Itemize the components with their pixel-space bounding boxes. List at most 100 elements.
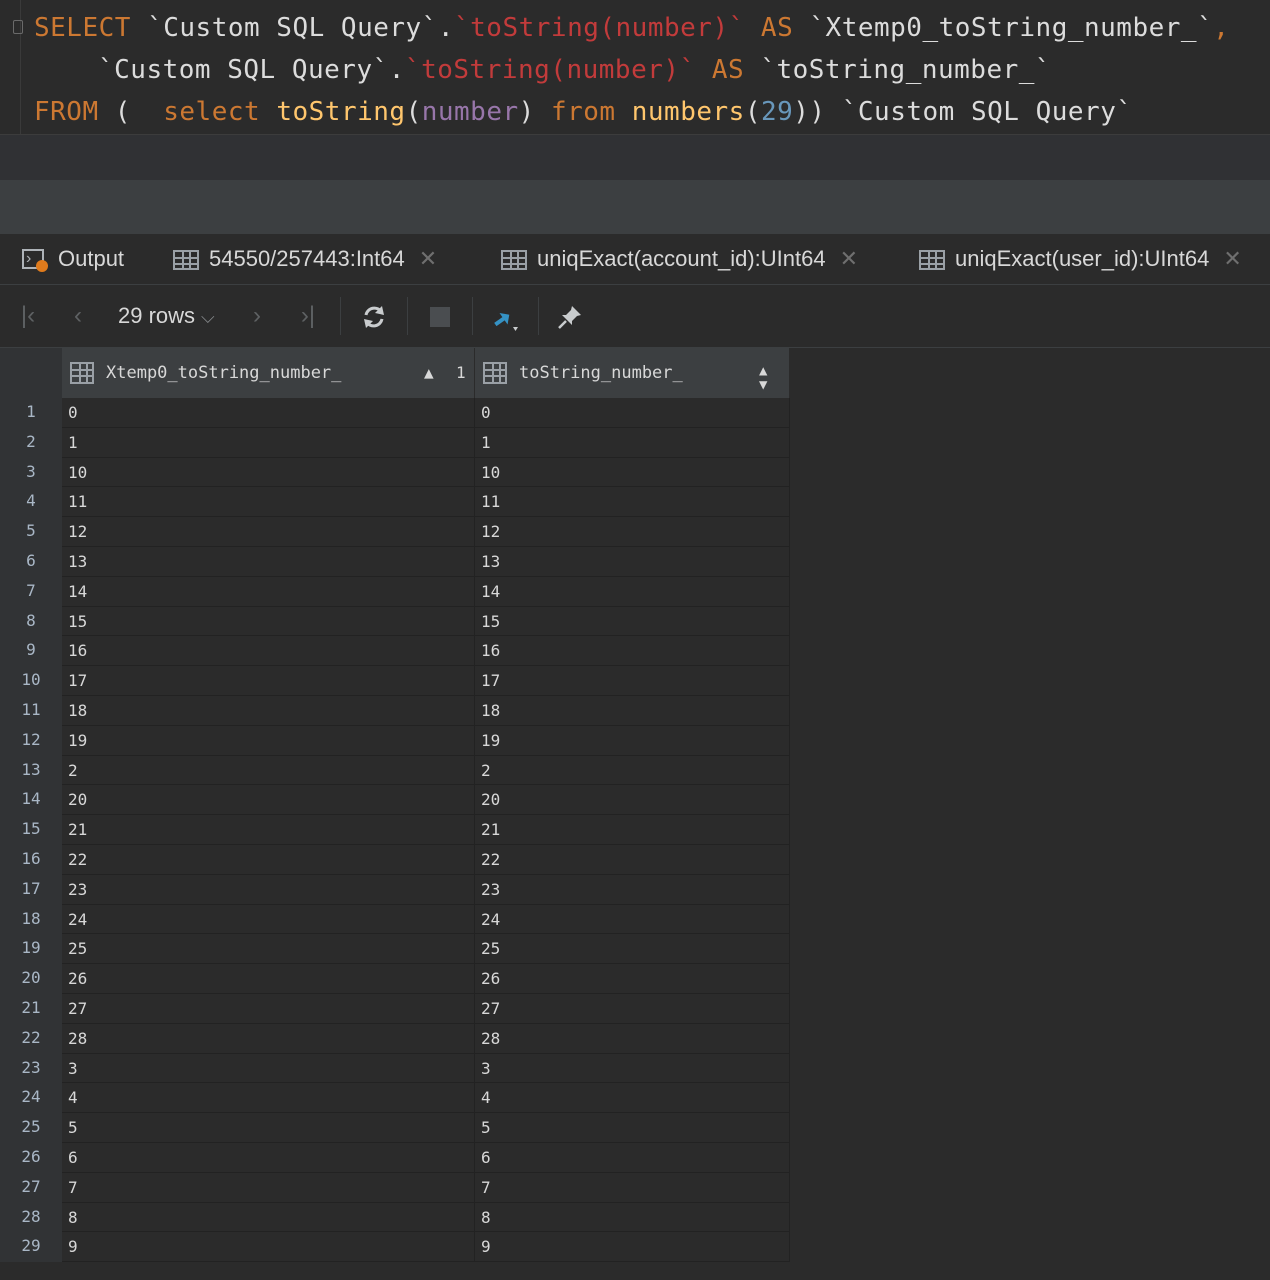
column-header-xtemp0[interactable]: Xtemp0_toString_number_ ▲ 1	[62, 348, 475, 398]
table-cell[interactable]: 5	[62, 1113, 475, 1143]
table-row[interactable]: 77	[62, 1172, 790, 1203]
row-number[interactable]: 29	[0, 1232, 62, 1263]
panel-splitter[interactable]	[0, 180, 1270, 234]
table-row[interactable]: 14 14	[62, 576, 790, 607]
sort-toggle-icon[interactable]: ▲ ▼	[759, 364, 767, 392]
table-row[interactable]: 88	[62, 1202, 790, 1233]
table-row[interactable]: 10 10	[62, 457, 790, 488]
table-row[interactable]: 24 24	[62, 904, 790, 935]
close-icon[interactable]: ✕	[1223, 246, 1241, 271]
table-cell[interactable]: 7	[62, 1172, 475, 1202]
table-cell[interactable]: 14	[62, 576, 475, 606]
table-cell[interactable]: 0	[62, 398, 475, 427]
table-cell[interactable]: 18	[62, 695, 475, 725]
table-cell[interactable]: 16	[475, 636, 790, 666]
table-row[interactable]: 13 13	[62, 546, 790, 577]
row-number[interactable]: 2	[0, 427, 62, 458]
table-cell[interactable]: 12	[62, 517, 475, 547]
table-cell[interactable]: 10	[475, 457, 790, 487]
sql-editor[interactable]: SELECT `Custom SQL Query`.`toString(numb…	[0, 0, 1270, 134]
row-number[interactable]: 28	[0, 1202, 62, 1233]
table-cell[interactable]: 12	[475, 517, 790, 547]
table-row[interactable]: 25 25	[62, 934, 790, 965]
table-row[interactable]: 20 20	[62, 785, 790, 816]
table-row[interactable]: 44	[62, 1083, 790, 1114]
row-number[interactable]: 17	[0, 874, 62, 905]
sort-ascending-icon[interactable]: ▲	[424, 348, 434, 398]
table-cell[interactable]: 4	[62, 1083, 475, 1113]
tab-result-1[interactable]: 54550/257443:Int64 ✕	[173, 234, 437, 284]
table-cell[interactable]: 0	[475, 398, 790, 427]
table-cell[interactable]: 1	[475, 427, 790, 457]
table-cell[interactable]: 11	[62, 487, 475, 517]
table-cell[interactable]: 6	[475, 1142, 790, 1172]
table-cell[interactable]: 26	[475, 964, 790, 994]
table-cell[interactable]: 8	[475, 1202, 790, 1232]
row-number[interactable]: 16	[0, 844, 62, 875]
table-row[interactable]: 12 12	[62, 517, 790, 547]
row-number[interactable]: 7	[0, 576, 62, 607]
table-cell[interactable]: 21	[475, 815, 790, 845]
table-row[interactable]: 66	[62, 1142, 790, 1173]
table-row[interactable]: 26 26	[62, 964, 790, 994]
table-cell[interactable]: 20	[62, 785, 475, 815]
table-cell[interactable]: 3	[62, 1053, 475, 1083]
row-number[interactable]: 10	[0, 666, 62, 696]
table-cell[interactable]: 22	[62, 844, 475, 874]
rows-count-dropdown[interactable]: 29 rows ⌵	[118, 285, 215, 347]
row-number[interactable]: 8	[0, 606, 62, 637]
row-number[interactable]: 9	[0, 636, 62, 667]
table-cell[interactable]: 15	[62, 606, 475, 636]
close-icon[interactable]: ✕	[840, 246, 858, 271]
table-cell[interactable]: 26	[62, 964, 475, 994]
table-row[interactable]: 11 11	[62, 487, 790, 518]
table-cell[interactable]: 9	[475, 1232, 790, 1262]
table-cell[interactable]: 18	[475, 695, 790, 725]
table-cell[interactable]: 21	[62, 815, 475, 845]
table-cell[interactable]: 5	[475, 1113, 790, 1143]
table-row[interactable]: 33	[62, 1053, 790, 1084]
table-cell[interactable]: 3	[475, 1053, 790, 1083]
table-cell[interactable]: 9	[62, 1232, 475, 1262]
row-number[interactable]: 3	[0, 457, 62, 488]
table-cell[interactable]: 2	[475, 755, 790, 785]
table-cell[interactable]: 11	[475, 487, 790, 517]
close-icon[interactable]: ✕	[419, 246, 437, 271]
table-row[interactable]: 18 18	[62, 695, 790, 726]
pin-icon[interactable]	[554, 285, 586, 347]
table-cell[interactable]: 17	[475, 666, 790, 696]
row-number[interactable]: 18	[0, 904, 62, 935]
row-number[interactable]: 11	[0, 695, 62, 726]
row-number[interactable]: 20	[0, 964, 62, 994]
row-number[interactable]: 24	[0, 1083, 62, 1114]
fold-icon[interactable]	[13, 20, 23, 34]
table-row[interactable]: 21 21	[62, 815, 790, 845]
table-cell[interactable]: 8	[62, 1202, 475, 1232]
row-number[interactable]: 23	[0, 1053, 62, 1084]
table-cell[interactable]: 7	[475, 1172, 790, 1202]
row-number[interactable]: 15	[0, 815, 62, 845]
table-cell[interactable]: 16	[62, 636, 475, 666]
table-cell[interactable]: 1	[62, 427, 475, 457]
next-page-icon[interactable]: ›	[245, 285, 269, 347]
table-row[interactable]: 15 15	[62, 606, 790, 637]
table-cell[interactable]: 4	[475, 1083, 790, 1113]
table-row[interactable]: 22	[62, 755, 790, 786]
row-number[interactable]: 14	[0, 785, 62, 816]
table-cell[interactable]: 22	[475, 844, 790, 874]
table-cell[interactable]: 27	[475, 993, 790, 1023]
table-row[interactable]: 19 19	[62, 725, 790, 756]
row-number[interactable]: 27	[0, 1172, 62, 1203]
refresh-icon[interactable]	[358, 285, 390, 347]
row-number[interactable]: 12	[0, 725, 62, 756]
table-cell[interactable]: 24	[475, 904, 790, 934]
table-cell[interactable]: 2	[62, 755, 475, 785]
table-row[interactable]: 55	[62, 1113, 790, 1143]
table-cell[interactable]: 15	[475, 606, 790, 636]
table-cell[interactable]: 6	[62, 1142, 475, 1172]
prev-page-icon[interactable]: ‹	[66, 285, 90, 347]
row-number[interactable]: 5	[0, 517, 62, 547]
table-cell[interactable]: 13	[475, 546, 790, 576]
table-cell[interactable]: 28	[62, 1023, 475, 1053]
table-cell[interactable]: 13	[62, 546, 475, 576]
